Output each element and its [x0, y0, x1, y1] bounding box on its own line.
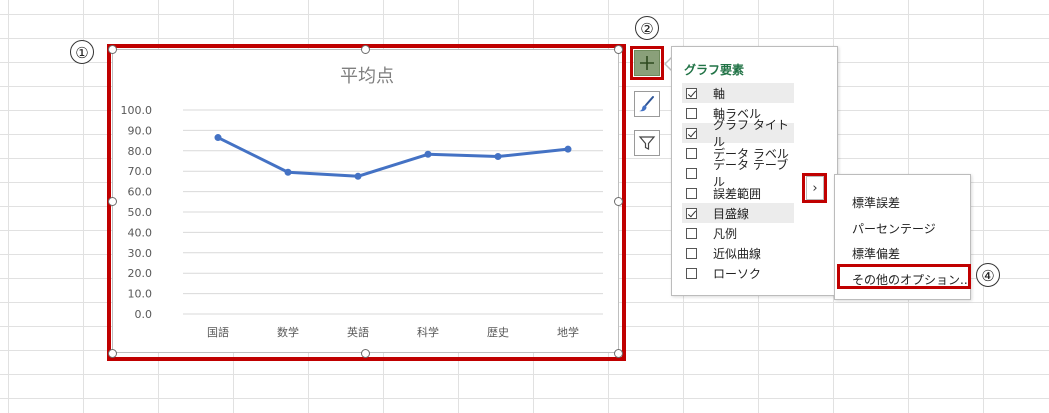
checkbox-chart-title[interactable]: [686, 127, 697, 139]
chart-elements-panel: グラフ要素 軸 軸ラベル グラフ タイトル データ ラベル データ テーブル 誤…: [671, 46, 838, 296]
resize-handle-top-right[interactable]: [614, 45, 623, 54]
step-badge-1: ①: [70, 40, 94, 64]
element-label-axes: 軸: [713, 86, 726, 101]
element-row-trendline[interactable]: 近似曲線: [682, 243, 794, 263]
resize-handle-right[interactable]: [614, 197, 623, 206]
checkbox-data-table[interactable]: [686, 167, 697, 179]
error-bars-submenu-highlight: [802, 173, 827, 203]
chart-selection-highlight: [107, 44, 626, 361]
resize-handle-bottom[interactable]: [361, 349, 370, 358]
checkbox-legend[interactable]: [686, 227, 697, 239]
checkbox-axes[interactable]: [686, 87, 697, 99]
resize-handle-left[interactable]: [108, 197, 117, 206]
checkbox-trendline[interactable]: [686, 247, 697, 259]
element-label-up-down-bars: ローソク: [713, 266, 762, 281]
element-row-data-table[interactable]: データ テーブル: [682, 158, 794, 189]
element-row-axes[interactable]: 軸: [682, 83, 794, 103]
element-label-legend: 凡例: [713, 226, 738, 241]
submenu-item-percentage[interactable]: パーセンテージ: [852, 220, 936, 237]
checkbox-up-down-bars[interactable]: [686, 267, 697, 279]
panel-title: グラフ要素: [684, 63, 745, 77]
resize-handle-top-left[interactable]: [108, 45, 117, 54]
step-badge-2: ②: [635, 16, 659, 40]
more-options-highlight: [837, 264, 971, 289]
element-row-chart-title[interactable]: グラフ タイトル: [682, 118, 794, 149]
checkbox-axis-titles[interactable]: [686, 107, 697, 119]
resize-handle-top[interactable]: [361, 45, 370, 54]
element-label-trendline: 近似曲線: [713, 246, 762, 261]
element-label-error-bars: 誤差範囲: [713, 186, 762, 201]
element-row-up-down-bars[interactable]: ローソク: [682, 263, 794, 283]
resize-handle-bottom-left[interactable]: [108, 349, 117, 358]
submenu-item-standard-deviation[interactable]: 標準偏差: [852, 245, 900, 262]
element-row-gridlines[interactable]: 目盛線: [682, 203, 794, 223]
chart-filters-button[interactable]: [634, 130, 660, 156]
element-row-legend[interactable]: 凡例: [682, 223, 794, 243]
element-row-error-bars[interactable]: 誤差範囲: [682, 183, 794, 203]
checkbox-error-bars[interactable]: [686, 187, 697, 199]
paintbrush-icon: [639, 96, 654, 112]
checkbox-gridlines[interactable]: [686, 207, 697, 219]
chart-elements-button-highlight: [630, 46, 664, 80]
element-label-gridlines: 目盛線: [713, 206, 750, 221]
checkbox-data-labels[interactable]: [686, 147, 697, 159]
chart-styles-button[interactable]: [634, 91, 660, 117]
submenu-item-standard-error[interactable]: 標準誤差: [852, 194, 900, 211]
resize-handle-bottom-right[interactable]: [614, 349, 623, 358]
step-badge-4: ④: [976, 263, 1000, 287]
filter-icon: [638, 136, 656, 150]
